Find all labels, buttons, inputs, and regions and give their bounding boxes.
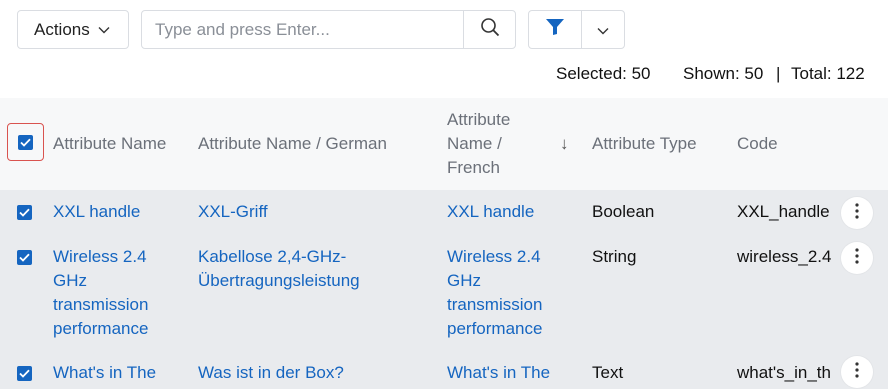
select-all-checkbox[interactable] (7, 123, 44, 161)
attribute-name-german[interactable]: XXL-Griff (198, 200, 388, 224)
chevron-down-icon (98, 26, 110, 34)
sort-descending-icon[interactable]: ↓ (560, 132, 569, 156)
attribute-type: Text (592, 363, 624, 382)
filter-menu-button[interactable] (581, 11, 624, 48)
attribute-name-french[interactable]: Wireless 2.4 GHz transmission performanc… (447, 245, 562, 341)
attribute-name-link[interactable]: What's in The (53, 361, 173, 385)
attribute-code: XXL_handle (737, 202, 830, 221)
actions-button[interactable]: Actions (17, 10, 129, 49)
column-header-code[interactable]: Code (737, 132, 778, 156)
stats-separator: | (776, 64, 781, 83)
attribute-name-german[interactable]: Kabellose 2,4-GHz-Übertragungsleistung (198, 245, 388, 293)
filter-icon (545, 18, 565, 41)
search-input[interactable] (142, 11, 463, 48)
column-header-german[interactable]: Attribute Name / German (198, 132, 387, 156)
row-menu-button[interactable] (841, 242, 873, 274)
attribute-name-link[interactable]: Wireless 2.4 GHz transmission performanc… (53, 245, 173, 341)
search-button[interactable] (463, 11, 515, 48)
attribute-code: what's_in_th (737, 363, 831, 382)
search-icon (480, 17, 500, 42)
attribute-name-french[interactable]: XXL handle (447, 200, 562, 224)
row-menu-button[interactable] (841, 356, 873, 388)
attribute-name-link[interactable]: XXL handle (53, 200, 173, 224)
kebab-menu-icon (855, 202, 859, 224)
column-header-french[interactable]: Attribute Name / French (447, 108, 547, 180)
chevron-down-icon (597, 20, 609, 40)
search-box (141, 10, 516, 49)
attribute-type: Boolean (592, 202, 655, 221)
shown-count: Shown: 50 (683, 64, 764, 83)
kebab-menu-icon (855, 361, 859, 383)
column-header-type[interactable]: Attribute Type (592, 132, 697, 156)
row-menu-button[interactable] (841, 197, 873, 229)
attribute-type: String (592, 247, 637, 266)
attribute-name-german[interactable]: Was ist in der Box? (198, 361, 388, 385)
filter-group (528, 10, 625, 49)
actions-label: Actions (34, 19, 90, 39)
attribute-code: wireless_2.4 (737, 247, 832, 266)
row-checkbox[interactable] (17, 366, 32, 381)
selected-count: Selected: 50 (556, 64, 651, 83)
attribute-name-french[interactable]: What's in The (447, 361, 562, 385)
row-checkbox[interactable] (17, 205, 32, 220)
filter-button[interactable] (529, 11, 581, 48)
column-header-name[interactable]: Attribute Name (53, 132, 166, 156)
checkbox-checked-icon (18, 134, 33, 150)
total-count: Total: 122 (791, 64, 865, 83)
kebab-menu-icon (855, 247, 859, 269)
row-checkbox[interactable] (17, 250, 32, 265)
